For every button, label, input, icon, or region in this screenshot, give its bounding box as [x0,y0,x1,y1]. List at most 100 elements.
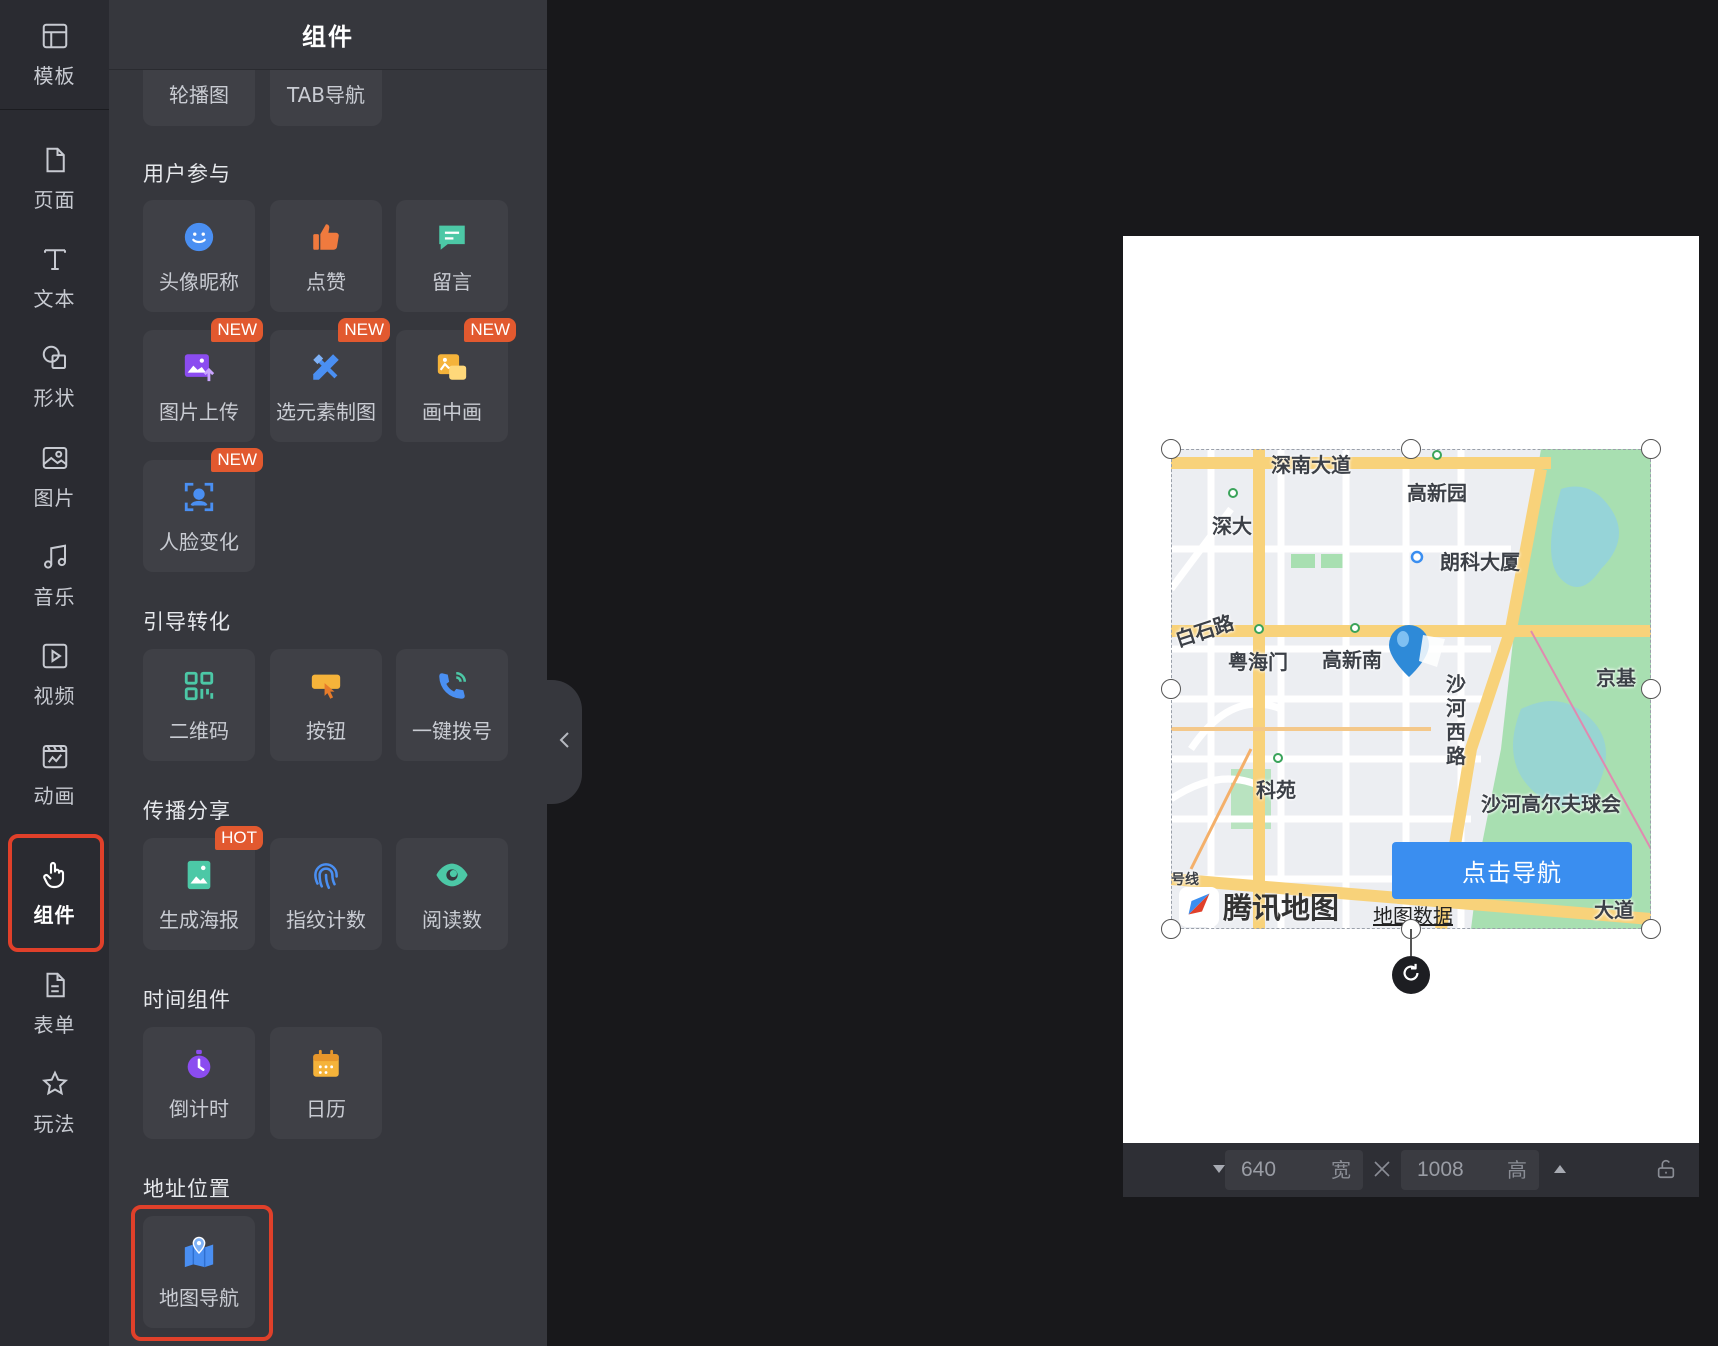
text-icon [39,243,71,275]
resize-handle-se[interactable] [1641,919,1661,939]
rail-item-image[interactable]: 图片 [0,428,109,524]
page-icon [39,144,71,176]
rail-item-animation[interactable]: 动画 [0,726,109,822]
map-label: 沙河高尔夫球会 [1481,792,1621,816]
map-label: 朗科大厦 [1440,550,1520,574]
new-badge: NEW [338,318,390,342]
rail-label: 图片 [33,485,76,510]
tile-read-count[interactable]: 阅读数 [396,838,508,950]
panel-collapse-handle[interactable] [547,680,582,804]
video-icon [39,640,71,672]
tile-one-click-call[interactable]: 一键拨号 [396,649,508,761]
new-badge: NEW [211,448,263,472]
resize-handle-e[interactable] [1641,679,1661,699]
tile-avatar-nickname[interactable]: 头像昵称 [143,200,255,312]
section-title-time: 时间组件 [143,988,231,1012]
rail-item-text[interactable]: 文本 [0,229,109,325]
rail-label: 表单 [33,1012,76,1037]
rail-item-video[interactable]: 视频 [0,626,109,722]
width-unit: 宽 [1331,1158,1351,1182]
rail-label: 模板 [33,63,76,88]
map-label: 深南大道 [1271,453,1351,477]
thumbs-up-icon [307,218,345,256]
star-icon [39,1068,71,1100]
tile-label: 二维码 [169,718,229,743]
eye-icon [433,856,471,894]
navigate-button[interactable]: 点击导航 [1392,842,1632,899]
resize-handle-ne[interactable] [1641,439,1661,459]
fingerprint-icon [307,856,345,894]
resize-handle-w[interactable] [1161,679,1181,699]
tile-calendar[interactable]: 日历 [270,1027,382,1139]
caret-up-icon[interactable] [1548,1157,1572,1181]
compass-icon [1181,886,1217,926]
tile-countdown[interactable]: 倒计时 [143,1027,255,1139]
hot-badge: HOT [215,826,263,850]
rotate-icon [1400,962,1422,988]
chevron-left-icon [558,730,572,754]
image-icon [39,442,71,474]
unlock-icon[interactable] [1654,1157,1678,1181]
component-panel: 轮播图 TAB导航 组件 用户参与 头像昵称 点赞 留言 NEW 图片上传 NE… [109,0,547,1346]
tile-qr-code[interactable]: 二维码 [143,649,255,761]
form-icon [39,969,71,1001]
tile-label: 头像昵称 [159,269,239,294]
resize-handle-nw[interactable] [1161,439,1181,459]
width-input[interactable]: 640 宽 [1225,1150,1363,1190]
new-badge: NEW [464,318,516,342]
lock-ratio-x-icon[interactable] [1370,1157,1394,1181]
rotate-handle[interactable] [1392,956,1430,994]
comment-icon [433,218,471,256]
rail-label: 页面 [33,187,76,212]
tile-generate-poster[interactable]: HOT 生成海报 [143,826,263,950]
map-label: 高新园 [1407,481,1467,505]
page-size-bar: 640 宽 1008 高 [1123,1143,1699,1197]
tile-element-drawing[interactable]: NEW 选元素制图 [270,318,390,442]
tile-label: 图片上传 [159,399,239,424]
map-label: 粤海门 [1228,650,1288,674]
height-value: 1008 [1417,1158,1464,1181]
rail-label: 视频 [33,683,76,708]
resize-handle-n[interactable] [1401,439,1421,459]
rail-item-components[interactable]: 组件 [0,845,109,941]
tile-like[interactable]: 点赞 [270,200,382,312]
rail-item-music[interactable]: 音乐 [0,527,109,623]
tile-label: 留言 [432,269,472,294]
tile-comment[interactable]: 留言 [396,200,508,312]
template-icon [39,20,71,52]
section-title-share: 传播分享 [143,799,231,823]
music-icon [39,541,71,573]
tile-button[interactable]: 按钮 [270,649,382,761]
pencil-ruler-icon [307,348,345,386]
rail-label: 玩法 [33,1111,76,1136]
resize-handle-sw[interactable] [1161,919,1181,939]
tile-image-upload[interactable]: NEW 图片上传 [143,318,263,442]
tile-map-navigation[interactable]: 地图导航 [143,1216,255,1328]
height-input[interactable]: 1008 高 [1401,1150,1539,1190]
rail-item-form[interactable]: 表单 [0,955,109,1051]
tile-label: 选元素制图 [276,399,376,424]
tile-label: 按钮 [306,718,346,743]
phone-call-icon [433,667,471,705]
tile-picture-in-picture[interactable]: NEW 画中画 [396,318,516,442]
map-label: 科苑 [1256,778,1296,802]
rail-item-page[interactable]: 页面 [0,130,109,226]
section-title-location: 地址位置 [143,1177,231,1201]
calendar-icon [307,1045,345,1083]
rail-item-shape[interactable]: 形状 [0,328,109,424]
left-rail: 模板 页面 文本 形状 图片 音乐 视频 动画 组件 表单 玩法 [0,0,109,1346]
tile-label: 轮播图 [169,82,229,107]
tile-face-change[interactable]: NEW 人脸变化 [143,448,263,572]
rail-label: 文本 [33,286,76,311]
image-upload-icon [180,348,218,386]
rail-item-template[interactable]: 模板 [0,6,109,102]
rail-divider [0,109,109,110]
smiley-icon [180,218,218,256]
new-badge: NEW [211,318,263,342]
rotate-stem [1410,929,1412,956]
tile-label: 地图导航 [159,1285,239,1310]
tile-label: 阅读数 [422,907,482,932]
tile-label: 日历 [306,1096,346,1121]
tile-fingerprint-count[interactable]: 指纹计数 [270,838,382,950]
rail-item-play[interactable]: 玩法 [0,1054,109,1150]
